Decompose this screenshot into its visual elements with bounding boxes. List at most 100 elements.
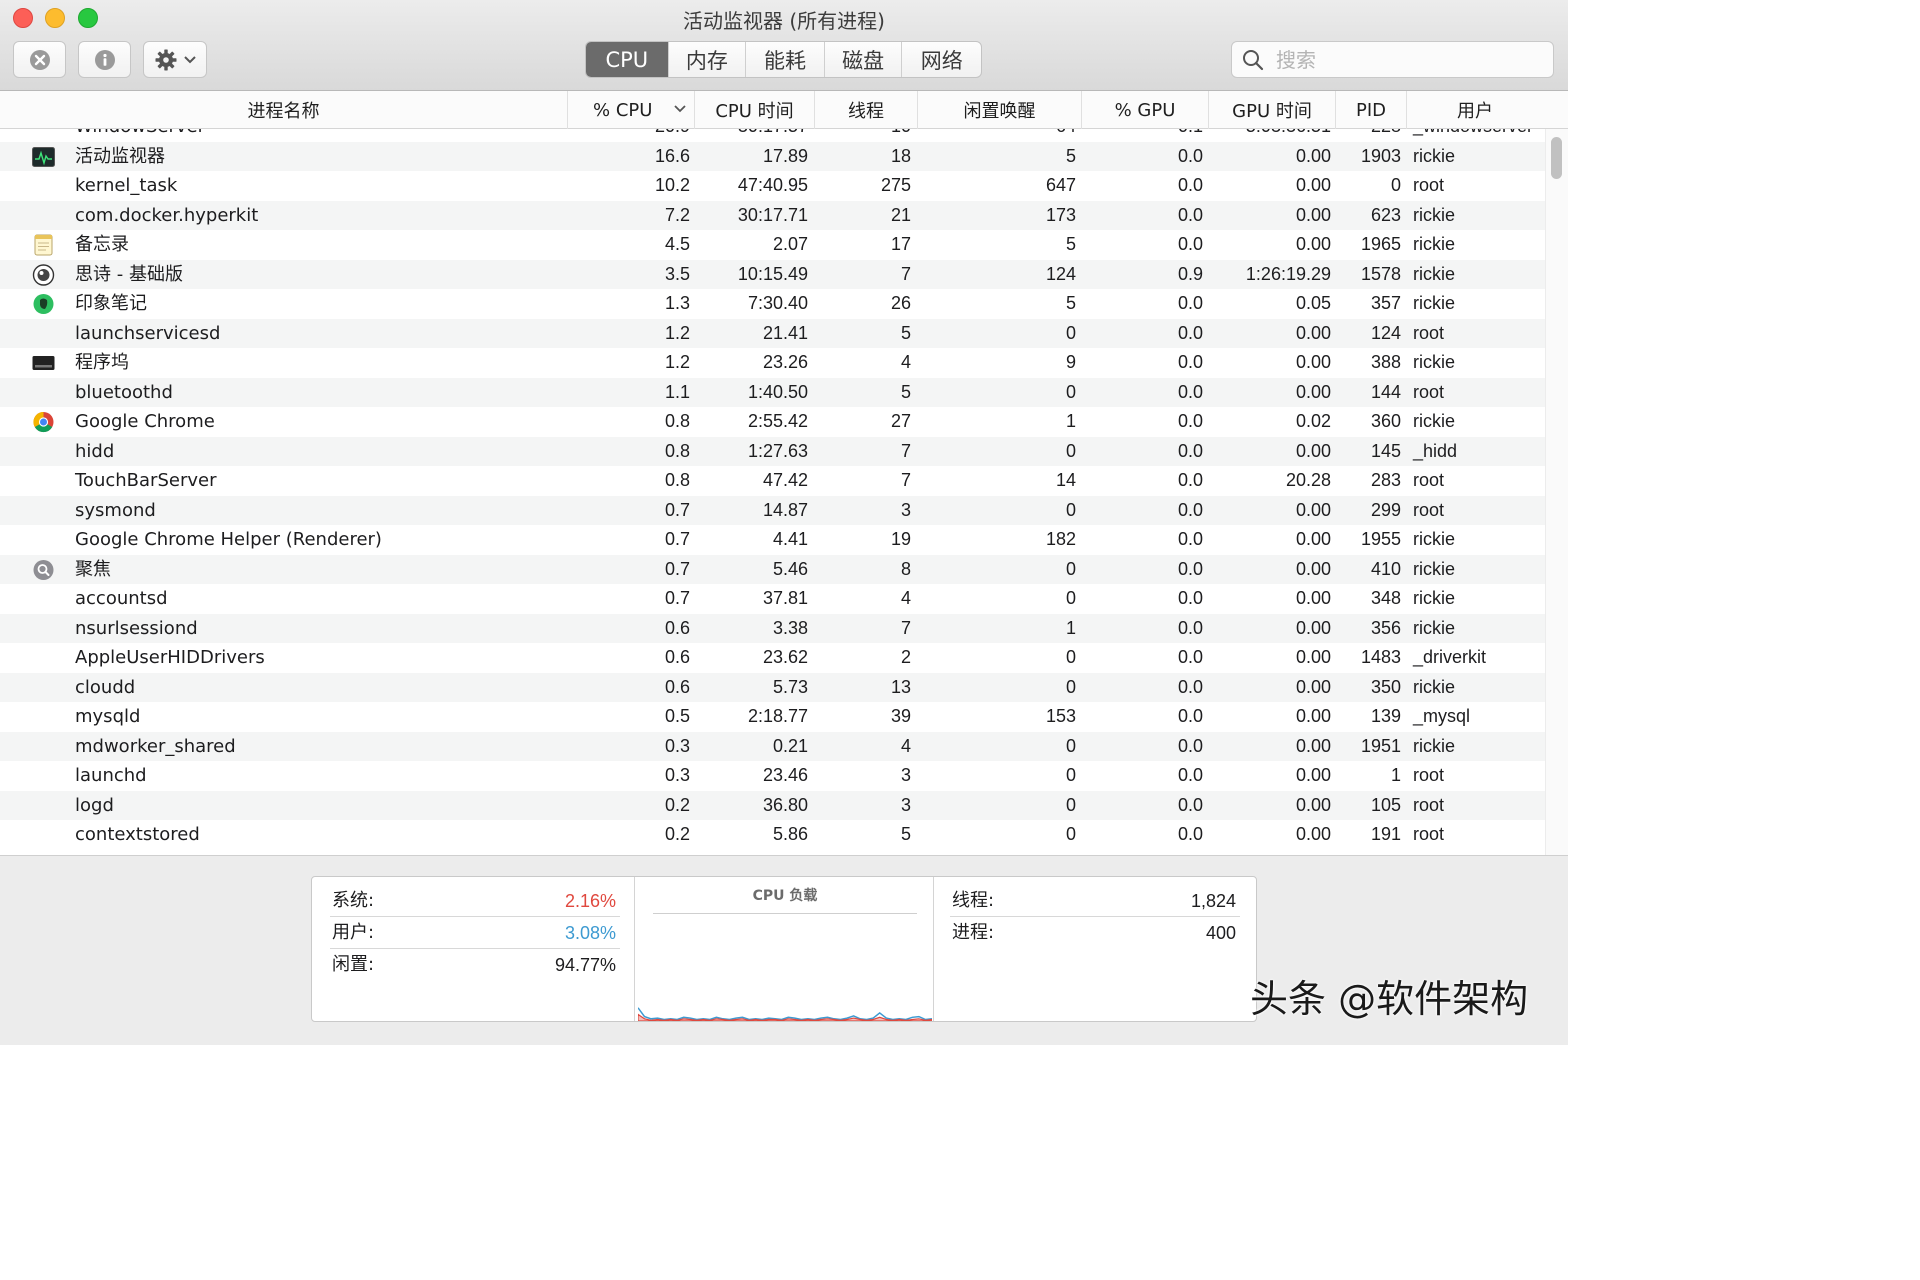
table-row[interactable]: WindowServer 20.9 30:17.57 10 64 0.15:03:36.5… bbox=[0, 129, 1545, 142]
table-row[interactable]: 聚焦 0.7 5.46 8 0 0.0 0.00 410 rickie bbox=[0, 554, 1545, 584]
process-name: 备忘录 bbox=[75, 234, 129, 255]
inspect-process-button[interactable] bbox=[78, 41, 131, 78]
table-row[interactable]: 思诗 - 基础版 3.5 10:15.49 7 124 0.9 1:26:19.29 1578… bbox=[0, 259, 1545, 289]
table-row[interactable]: accountsd 0.7 37.81 4 0 0.0 0.00 348 rickie bbox=[0, 584, 1545, 614]
window-title: 活动监视器 (所有进程) bbox=[683, 9, 885, 33]
sisi-icon bbox=[32, 263, 55, 286]
column-header-idle-wakeups[interactable]: 闲置唤醒 bbox=[918, 91, 1082, 129]
process-gpu-time: 0.00 bbox=[1295, 175, 1331, 195]
table-row[interactable]: nsurlsessiond 0.6 3.38 7 1 0.0 0.00 356 rickie bbox=[0, 613, 1545, 643]
column-header-cpu-label: % CPU bbox=[593, 99, 653, 121]
process-pid: 1951 bbox=[1360, 735, 1401, 756]
column-header-gpu-time[interactable]: GPU 时间 bbox=[1209, 91, 1336, 129]
column-header-gpu[interactable]: % GPU bbox=[1082, 91, 1209, 129]
process-idle-wakeups: 0 bbox=[1065, 381, 1076, 402]
process-gpu-time: 5:03:36.51 bbox=[1206, 129, 1331, 142]
tab-cpu[interactable]: CPU bbox=[586, 42, 668, 77]
table-row[interactable]: 印象笔记 1.3 7:30.40 26 5 0.0 0.05 357 rickie bbox=[0, 289, 1545, 319]
table-header: 进程名称 % CPU CPU 时间 线程 闲置唤醒 % GPU GPU 时间 P… bbox=[0, 91, 1568, 129]
process-cpu: 0.6 bbox=[664, 676, 690, 697]
table-row[interactable]: TouchBarServer 0.8 47.42 7 14 0.0 20.28 283 root bbox=[0, 466, 1545, 496]
table-row[interactable]: Google Chrome 0.8 2:55.42 27 1 0.0 0.02 360 rick… bbox=[0, 407, 1545, 437]
scrollbar-track[interactable] bbox=[1545, 129, 1568, 855]
process-cpu: 0.8 bbox=[664, 470, 690, 490]
process-gpu: 0.0 bbox=[1177, 735, 1203, 756]
process-name: 印象笔记 bbox=[75, 293, 147, 314]
table-row[interactable]: mdworker_shared 0.3 0.21 4 0 0.0 0.00 1951 ricki… bbox=[0, 731, 1545, 761]
process-cpu: 0.2 bbox=[664, 794, 690, 815]
table-row[interactable]: AppleUserHIDDrivers 0.6 23.62 2 0 0.0 0.00 1483… bbox=[0, 643, 1545, 673]
column-header-cpu[interactable]: % CPU bbox=[568, 91, 695, 129]
process-gpu: 0.0 bbox=[1177, 234, 1203, 254]
table-row[interactable]: 备忘录 4.5 2.07 17 5 0.0 0.00 1965 rickie bbox=[0, 230, 1545, 260]
process-idle-wakeups: 0 bbox=[1065, 735, 1076, 756]
dock-icon bbox=[32, 352, 55, 374]
process-threads: 7 bbox=[900, 470, 911, 490]
process-idle-wakeups: 64 bbox=[956, 129, 1076, 142]
column-header-cpu-time[interactable]: CPU 时间 bbox=[695, 91, 815, 129]
column-header-threads[interactable]: 线程 bbox=[815, 91, 918, 129]
process-gpu: 0.0 bbox=[1177, 175, 1203, 195]
process-pid: 0 bbox=[1390, 175, 1401, 195]
system-label: 系统: bbox=[332, 890, 375, 911]
column-header-name[interactable]: 进程名称 bbox=[0, 91, 568, 129]
process-idle-wakeups: 0 bbox=[1065, 824, 1076, 844]
scrollbar-thumb[interactable] bbox=[1551, 137, 1562, 179]
table-row[interactable]: launchservicesd 1.2 21.41 5 0 0.0 0.00 124 root bbox=[0, 318, 1545, 348]
process-cpu: 0.7 bbox=[664, 558, 690, 579]
process-name: Google Chrome bbox=[75, 411, 215, 432]
process-cpu-time: 1:40.50 bbox=[747, 381, 808, 402]
process-user: root bbox=[1413, 470, 1445, 490]
column-header-user[interactable]: 用户 bbox=[1407, 91, 1543, 129]
table-row[interactable]: Google Chrome Helper (Renderer) 0.7 4.41 19… bbox=[0, 525, 1545, 555]
table-row[interactable]: kernel_task 10.2 47:40.95 275 647 0.0 0.00 0 roo… bbox=[0, 171, 1545, 201]
info-icon bbox=[94, 49, 115, 70]
process-threads: 275 bbox=[880, 175, 911, 195]
action-menu-button[interactable] bbox=[143, 41, 207, 78]
process-table: WindowServer20.930:17.5710640.15:03:36.5… bbox=[0, 129, 1545, 855]
cpu-load-divider bbox=[653, 913, 917, 914]
search-input[interactable] bbox=[1276, 47, 1536, 72]
process-idle-wakeups: 1 bbox=[1065, 617, 1076, 638]
process-threads: 21 bbox=[890, 204, 911, 225]
column-header-pid[interactable]: PID bbox=[1336, 91, 1407, 129]
table-row[interactable]: contextstored 0.2 5.86 5 0 0.0 0.00 191 root bbox=[0, 820, 1545, 850]
tab-memory[interactable]: 内存 bbox=[667, 42, 746, 77]
tab-network[interactable]: 网络 bbox=[901, 42, 981, 77]
process-pid: 1483 bbox=[1360, 647, 1401, 667]
sort-descending-icon bbox=[674, 105, 686, 113]
process-cpu: 10.2 bbox=[654, 175, 690, 195]
table-row[interactable]: bluetoothd 1.1 1:40.50 5 0 0.0 0.00 144 root bbox=[0, 377, 1545, 407]
process-threads: 18 bbox=[890, 145, 911, 166]
table-row[interactable]: cloudd 0.6 5.73 13 0 0.0 0.00 350 rickie bbox=[0, 672, 1545, 702]
process-threads: 4 bbox=[900, 735, 911, 756]
search-field[interactable] bbox=[1231, 41, 1554, 78]
user-stat: 用户: 3.08% bbox=[330, 917, 620, 949]
table-row[interactable]: sysmond 0.7 14.87 3 0 0.0 0.00 299 root bbox=[0, 495, 1545, 525]
process-idle-wakeups: 1 bbox=[1065, 411, 1076, 431]
process-pid: 1 bbox=[1390, 765, 1401, 785]
process-cpu: 1.2 bbox=[664, 352, 690, 372]
table-row[interactable]: com.docker.hyperkit 7.2 30:17.71 21 173 0.0 0.… bbox=[0, 200, 1545, 230]
process-name: launchservicesd bbox=[75, 322, 221, 344]
quit-process-button[interactable] bbox=[13, 41, 66, 78]
process-name: com.docker.hyperkit bbox=[75, 204, 259, 226]
table-row[interactable]: launchd 0.3 23.46 3 0 0.0 0.00 1 root bbox=[0, 761, 1545, 791]
process-idle-wakeups: 0 bbox=[1065, 647, 1076, 667]
table-row[interactable]: 程序坞 1.2 23.26 4 9 0.0 0.00 388 rickie bbox=[0, 348, 1545, 378]
tab-disk[interactable]: 磁盘 bbox=[823, 42, 902, 77]
process-user: rickie bbox=[1413, 617, 1456, 638]
table-row[interactable]: mysqld 0.5 2:18.77 39 153 0.0 0.00 139 _mysql bbox=[0, 702, 1545, 732]
process-user: rickie bbox=[1413, 293, 1456, 313]
process-pid: 228 bbox=[1331, 129, 1401, 142]
table-row[interactable]: hidd 0.8 1:27.63 7 0 0.0 0.00 145 _hidd bbox=[0, 436, 1545, 466]
process-gpu: 0.0 bbox=[1177, 794, 1203, 815]
cpu-load-chart bbox=[638, 1007, 932, 1021]
process-cpu-time: 30:17.71 bbox=[737, 204, 808, 225]
tab-energy[interactable]: 能耗 bbox=[745, 42, 824, 77]
process-cpu: 1.2 bbox=[664, 322, 690, 343]
process-user: _driverkit bbox=[1413, 647, 1487, 667]
process-pid: 360 bbox=[1370, 411, 1401, 431]
table-row[interactable]: logd 0.2 36.80 3 0 0.0 0.00 105 root bbox=[0, 790, 1545, 820]
table-row[interactable]: 活动监视器 16.6 17.89 18 5 0.0 0.00 1903 rickie bbox=[0, 141, 1545, 171]
